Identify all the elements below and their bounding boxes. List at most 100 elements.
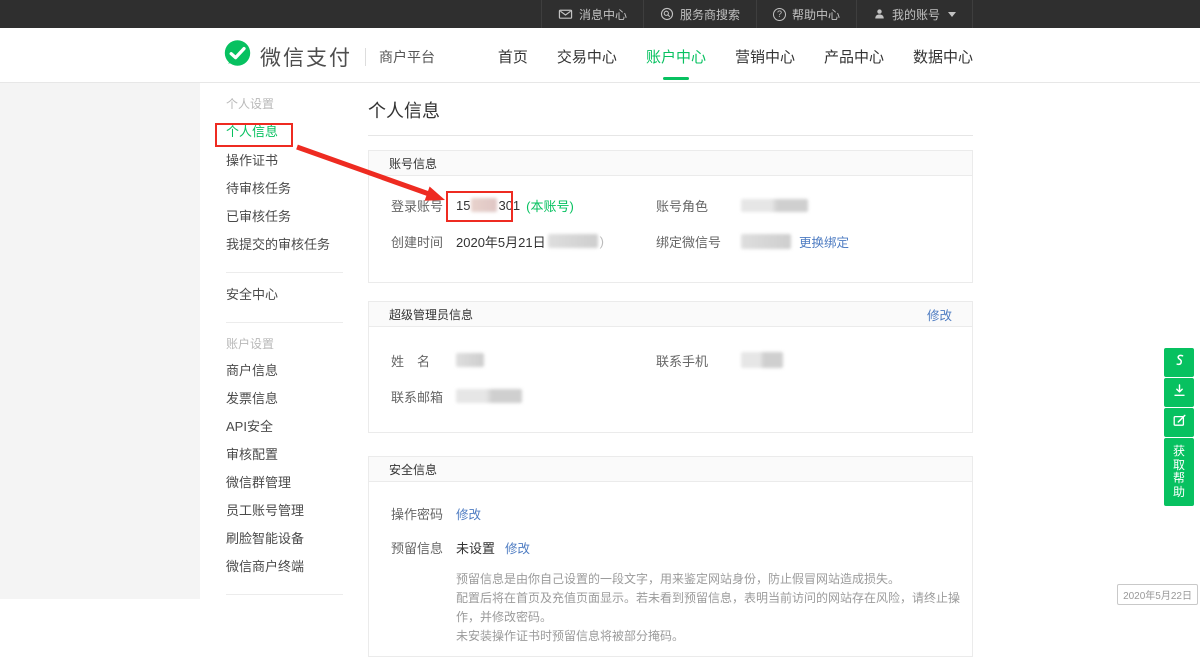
main-nav: 首页 交易中心 账户中心 营销中心 产品中心 数据中心 bbox=[498, 46, 973, 77]
sidebar-item-security-center[interactable]: 安全中心 bbox=[226, 281, 345, 309]
nav-account-center[interactable]: 账户中心 bbox=[646, 46, 706, 77]
sidebar-item-operation-certificate[interactable]: 操作证书 bbox=[226, 147, 345, 175]
topbar-item-my-account[interactable]: 我的账号 bbox=[856, 0, 973, 28]
topbar-item-label: 服务商搜索 bbox=[680, 6, 740, 23]
brand-divider bbox=[365, 48, 366, 66]
sidebar-item-review-config[interactable]: 审核配置 bbox=[226, 441, 345, 469]
brand-name: 微信支付 bbox=[260, 42, 352, 72]
redacted-blur bbox=[548, 234, 598, 248]
get-help-label: 获取帮助 bbox=[1173, 445, 1186, 499]
sidebar-item-invoice-info[interactable]: 发票信息 bbox=[226, 385, 345, 413]
section-security-info: 安全信息 操作密码 修改 预留信息 未设置 修改 预留信息是由你自己设置的一段文… bbox=[368, 456, 973, 657]
caret-down-icon bbox=[948, 12, 956, 17]
nav-product-center[interactable]: 产品中心 bbox=[824, 46, 884, 77]
nav-marketing-center[interactable]: 营销中心 bbox=[735, 46, 795, 77]
redacted-blur bbox=[741, 199, 808, 212]
topbar-menu: 消息中心 服务商搜索 ? 帮助中心 我的账号 bbox=[541, 0, 973, 28]
sidebar-divider bbox=[226, 322, 343, 323]
name-label: 姓 名 bbox=[391, 351, 456, 370]
row-admin-name-phone: 姓 名 联系手机 bbox=[369, 342, 972, 378]
login-account-label: 登录账号 bbox=[391, 196, 456, 215]
row-reserve-info: 预留信息 未设置 修改 bbox=[369, 530, 972, 564]
contact-email-label: 联系邮箱 bbox=[391, 387, 456, 406]
feedback-button[interactable] bbox=[1164, 408, 1194, 437]
section-security-header: 安全信息 bbox=[369, 457, 972, 482]
topbar-item-label: 帮助中心 bbox=[792, 6, 840, 23]
created-time-label: 创建时间 bbox=[391, 232, 456, 251]
topbar-item-label: 消息中心 bbox=[579, 6, 627, 23]
redacted-blur bbox=[456, 353, 484, 367]
sidebar-item-wechat-group-management[interactable]: 微信群管理 bbox=[226, 469, 345, 497]
nav-data-center[interactable]: 数据中心 bbox=[913, 46, 973, 77]
download-button[interactable] bbox=[1164, 378, 1194, 407]
help-icon: ? bbox=[773, 8, 786, 21]
get-help-button[interactable]: 获取帮助 bbox=[1164, 438, 1194, 506]
section-super-admin-info: 超级管理员信息 修改 姓 名 联系手机 联系邮箱 bbox=[368, 301, 973, 433]
created-time-value: 2020年5月21日 ) bbox=[456, 232, 604, 251]
service-icon bbox=[1172, 353, 1187, 373]
reserve-info-description: 预留信息是由你自己设置的一段文字，用来鉴定网站身份，防止假冒网站造成损失。 配置… bbox=[369, 564, 972, 646]
download-icon bbox=[1172, 383, 1187, 403]
contact-phone-label: 联系手机 bbox=[656, 351, 741, 370]
change-binding-link[interactable]: 更换绑定 bbox=[799, 232, 849, 251]
main-content: 个人信息 账号信息 登录账号 15 301 (本账号) 账号角色 bbox=[368, 83, 973, 657]
redacted-blur bbox=[456, 389, 522, 403]
redacted-blur bbox=[741, 234, 791, 249]
page-background-strip bbox=[0, 83, 200, 599]
user-icon bbox=[873, 7, 886, 21]
section-account-info: 账号信息 登录账号 15 301 (本账号) 账号角色 bbox=[368, 150, 973, 283]
wechat-pay-logo bbox=[222, 39, 253, 74]
reserve-info-value: 未设置 bbox=[456, 538, 495, 557]
topbar-item-label: 我的账号 bbox=[892, 6, 940, 23]
section-title: 超级管理员信息 bbox=[389, 306, 473, 323]
service-button[interactable] bbox=[1164, 348, 1194, 377]
login-account-value: 15 301 (本账号) bbox=[456, 196, 574, 215]
sidebar-item-api-security[interactable]: API安全 bbox=[226, 413, 345, 441]
page-title: 个人信息 bbox=[368, 97, 973, 136]
sidebar-group-account-settings: 账户设置 bbox=[226, 331, 345, 357]
sidebar-item-staff-account-management[interactable]: 员工账号管理 bbox=[226, 497, 345, 525]
mail-icon bbox=[558, 7, 573, 21]
section-title: 账号信息 bbox=[389, 155, 437, 172]
topbar-item-provider-search[interactable]: 服务商搜索 bbox=[643, 0, 756, 28]
section-admin-header: 超级管理员信息 修改 bbox=[369, 302, 972, 327]
sidebar-item-reviewed-tasks[interactable]: 已审核任务 bbox=[226, 203, 345, 231]
sidebar-item-personal-info[interactable]: 个人信息 bbox=[226, 117, 345, 147]
sidebar-item-wechat-merchant-terminal[interactable]: 微信商户终端 bbox=[226, 553, 345, 581]
admin-edit-link[interactable]: 修改 bbox=[927, 305, 952, 324]
sidebar-group-personal-settings: 个人设置 bbox=[226, 91, 345, 117]
nav-transaction-center[interactable]: 交易中心 bbox=[557, 46, 617, 77]
section-title: 安全信息 bbox=[389, 461, 437, 478]
sidebar-item-pending-review-tasks[interactable]: 待审核任务 bbox=[226, 175, 345, 203]
row-created-time: 创建时间 2020年5月21日 ) 绑定微信号 更换绑定 bbox=[369, 223, 972, 259]
floating-toolbar: 获取帮助 bbox=[1164, 348, 1194, 506]
row-login-account: 登录账号 15 301 (本账号) 账号角色 bbox=[369, 187, 972, 223]
account-role-label: 账号角色 bbox=[656, 196, 741, 215]
header: 微信支付 商户平台 首页 交易中心 账户中心 营销中心 产品中心 数据中心 bbox=[0, 28, 1200, 83]
date-tooltip: 2020年5月22日 bbox=[1117, 584, 1198, 605]
topbar-item-messages[interactable]: 消息中心 bbox=[541, 0, 643, 28]
row-admin-email: 联系邮箱 bbox=[369, 378, 972, 414]
brand-subtitle: 商户平台 bbox=[379, 47, 435, 67]
nav-home[interactable]: 首页 bbox=[498, 46, 528, 77]
edit-icon bbox=[1172, 413, 1187, 433]
search-icon bbox=[660, 7, 674, 21]
operation-password-label: 操作密码 bbox=[391, 504, 456, 523]
row-operation-password: 操作密码 修改 bbox=[369, 496, 972, 530]
sidebar-item-my-submitted-review-tasks[interactable]: 我提交的审核任务 bbox=[226, 231, 345, 259]
reserve-edit-link[interactable]: 修改 bbox=[505, 538, 530, 557]
brand[interactable]: 微信支付 商户平台 bbox=[222, 39, 435, 74]
topbar: 消息中心 服务商搜索 ? 帮助中心 我的账号 bbox=[0, 0, 1200, 28]
sidebar-divider bbox=[226, 594, 343, 595]
password-edit-link[interactable]: 修改 bbox=[456, 504, 481, 523]
topbar-item-help-center[interactable]: ? 帮助中心 bbox=[756, 0, 856, 28]
sidebar-item-merchant-info[interactable]: 商户信息 bbox=[226, 357, 345, 385]
sidebar-item-face-smart-device[interactable]: 刷脸智能设备 bbox=[226, 525, 345, 553]
reserve-info-label: 预留信息 bbox=[391, 538, 456, 557]
bound-wechat-label: 绑定微信号 bbox=[656, 232, 741, 251]
section-account-header: 账号信息 bbox=[369, 151, 972, 176]
sidebar: 个人设置 个人信息 操作证书 待审核任务 已审核任务 我提交的审核任务 安全中心… bbox=[200, 83, 345, 599]
sidebar-divider bbox=[226, 272, 343, 273]
redacted-blur bbox=[741, 352, 783, 368]
redacted-blur bbox=[471, 198, 497, 212]
